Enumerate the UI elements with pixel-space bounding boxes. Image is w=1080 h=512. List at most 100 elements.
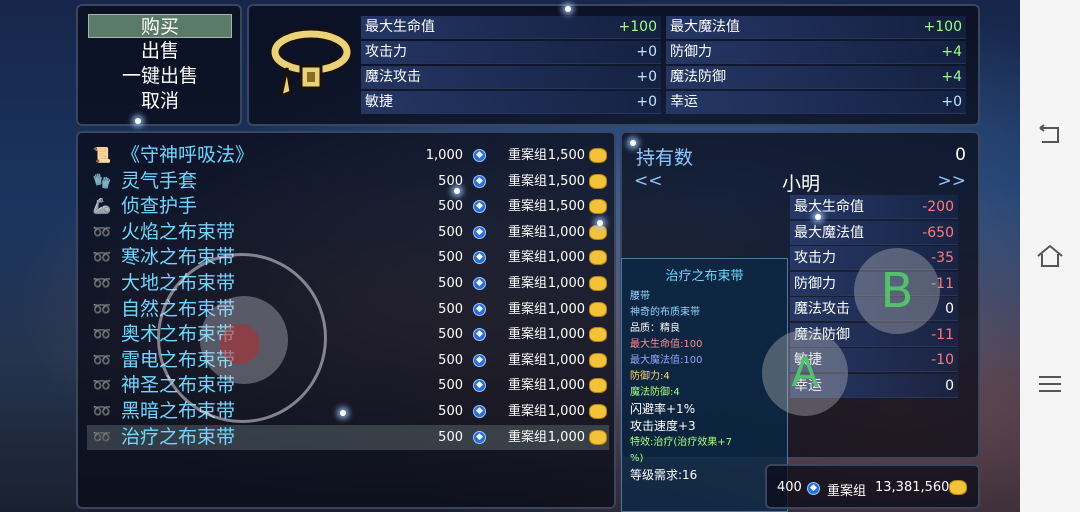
character-stat-value: -10 <box>931 352 954 368</box>
belt-icon: ➿ <box>92 325 112 344</box>
gold-coins-icon <box>589 148 607 163</box>
a-button[interactable]: A <box>762 330 848 416</box>
shop-item-cost: 1,500 <box>547 173 585 189</box>
shop-item-row[interactable]: ➿ 神圣之布束带 500 ◆ 重案组 1,000 <box>87 373 609 398</box>
sparkle <box>565 6 571 12</box>
sparkle <box>630 140 636 146</box>
home-icon[interactable] <box>1034 240 1066 272</box>
character-stat-value: -35 <box>931 250 954 266</box>
back-icon[interactable] <box>1034 118 1066 150</box>
character-stat-value: -650 <box>922 224 954 241</box>
gem-icon: ◆ <box>473 200 486 214</box>
shop-item-row[interactable]: ➿ 治疗之布束带 500 ◆ 重案组 1,000 <box>87 424 609 450</box>
belt-icon: ➿ <box>92 248 112 267</box>
character-stat-value: 0 <box>945 377 954 394</box>
character-stat-value: -200 <box>922 199 954 215</box>
command-sell-button[interactable]: 出售 <box>88 39 232 63</box>
belt-icon: ➿ <box>92 222 112 241</box>
bracer-icon: 🦾 <box>92 197 112 216</box>
gem-icon: ◆ <box>473 149 486 162</box>
shop-item-price: 500 <box>438 250 463 266</box>
shop-item-currency: 重案组 <box>507 224 547 240</box>
shop-item-cost: 1,000 <box>547 404 585 419</box>
item-stat-label: 防御力 <box>670 44 712 60</box>
character-stat-label: 最大魔法值 <box>794 224 864 241</box>
belt-icon <box>269 28 353 99</box>
item-stat-row: 最大生命值 +100 <box>361 16 661 39</box>
glove-icon: 🧤 <box>92 171 112 190</box>
tooltip-line: 等级需求:16 <box>630 468 698 482</box>
shop-item-price: 500 <box>438 327 463 343</box>
shop-item-row[interactable]: ➿ 大地之布束带 500 ◆ 重案组 1,000 <box>87 271 609 296</box>
owned-value: 0 <box>955 145 966 165</box>
shop-item-cost: 1,000 <box>547 378 585 394</box>
item-stat-row: 敏捷 +0 <box>361 91 661 114</box>
gold-coins-icon <box>589 301 607 317</box>
item-stat-label: 幸运 <box>670 94 698 110</box>
game-viewport[interactable]: 购买 出售 一键出售 取消 最大生命值 +100 最大魔法值 +100 攻击力 +0 防御力 +4 魔… <box>0 0 1020 512</box>
tooltip-line: 品质：精良 <box>630 323 680 334</box>
tooltip-line: 魔法防御:4 <box>630 387 680 398</box>
shop-item-currency: 重案组 <box>507 276 547 291</box>
gold-coins-icon <box>589 199 607 215</box>
shop-item-row[interactable]: ➿ 黑暗之布束带 500 ◆ 重案组 1,000 <box>87 399 609 424</box>
shop-item-price: 500 <box>438 301 463 317</box>
character-stat-label: 最大生命值 <box>794 199 864 215</box>
gem-icon: ◆ <box>473 225 486 239</box>
shop-item-name: 火焰之布束带 <box>121 220 236 243</box>
next-character-button[interactable]: >> <box>938 171 967 191</box>
item-stat-row: 攻击力 +0 <box>361 41 661 64</box>
belt-icon: ➿ <box>92 350 112 369</box>
menu-icon[interactable] <box>1034 368 1066 400</box>
sparkle <box>597 220 603 226</box>
shop-item-price: 500 <box>438 224 463 240</box>
b-button[interactable]: B <box>854 248 940 334</box>
gold-coins-icon <box>589 378 607 394</box>
shop-item-currency: 重案组 <box>507 250 547 266</box>
gold-coins-icon <box>589 352 607 368</box>
gold-amount: 13,381,560 <box>875 480 950 495</box>
money-currency: 重案组 <box>827 484 867 499</box>
joystick-center <box>220 324 260 364</box>
tooltip-line: 特效:治疗(治疗效果+7 <box>630 437 733 448</box>
tooltip-line: 攻击速度+3 <box>630 419 696 433</box>
tooltip-title: 治疗之布束带 <box>665 269 744 284</box>
shop-item-currency: 重案组 <box>507 352 547 368</box>
gem-icon: ◆ <box>473 405 486 418</box>
shop-item-row[interactable]: ➿ 寒冰之布束带 500 ◆ 重案组 1,000 <box>87 245 609 270</box>
gem-icon: ◆ <box>807 482 820 495</box>
shop-item-cost: 1,000 <box>547 352 585 368</box>
gem-icon: ◆ <box>473 353 486 367</box>
item-stat-label: 魔法攻击 <box>365 69 421 85</box>
shop-item-row[interactable]: 🧤 灵气手套 500 ◆ 重案组 1,500 <box>87 169 609 194</box>
item-stat-value: +4 <box>941 69 962 85</box>
shop-item-price: 500 <box>438 404 463 419</box>
command-quick-sell-button[interactable]: 一键出售 <box>88 64 232 88</box>
shop-item-cost: 1,000 <box>547 301 585 317</box>
shop-item-row[interactable]: 📜 《守神呼吸法》 1,000 ◆ 重案组 1,500 <box>87 143 609 168</box>
gold-coins-icon <box>589 224 607 240</box>
shop-item-name: 灵气手套 <box>121 169 198 192</box>
money-price: 400 <box>777 480 802 495</box>
shop-item-row[interactable]: 🦾 侦查护手 500 ◆ 重案组 1,500 <box>87 194 609 219</box>
belt-icon: ➿ <box>92 274 112 292</box>
gem-icon: ◆ <box>473 277 486 290</box>
shop-item-price: 1,000 <box>425 148 463 163</box>
tooltip-line: %) <box>630 453 644 464</box>
character-stat-label: 防御力 <box>794 275 836 292</box>
shop-item-currency: 重案组 <box>507 148 547 163</box>
gold-coins-icon <box>589 404 607 419</box>
belt-icon: ➿ <box>92 402 112 420</box>
shop-item-price: 500 <box>438 352 463 368</box>
character-name: 小明 <box>782 173 821 195</box>
shop-item-row[interactable]: ➿ 火焰之布束带 500 ◆ 重案组 1,000 <box>87 220 609 245</box>
sparkle <box>340 410 346 416</box>
item-stat-value: +100 <box>923 19 962 35</box>
belt-icon: ➿ <box>92 299 112 318</box>
command-cancel-button[interactable]: 取消 <box>88 89 232 113</box>
item-stat-row: 魔法攻击 +0 <box>361 66 661 89</box>
command-buy-button[interactable]: 购买 <box>88 14 232 38</box>
character-stat-value: -11 <box>931 326 954 343</box>
prev-character-button[interactable]: << <box>634 171 663 191</box>
tooltip-line: 闪避率+1% <box>630 402 696 416</box>
